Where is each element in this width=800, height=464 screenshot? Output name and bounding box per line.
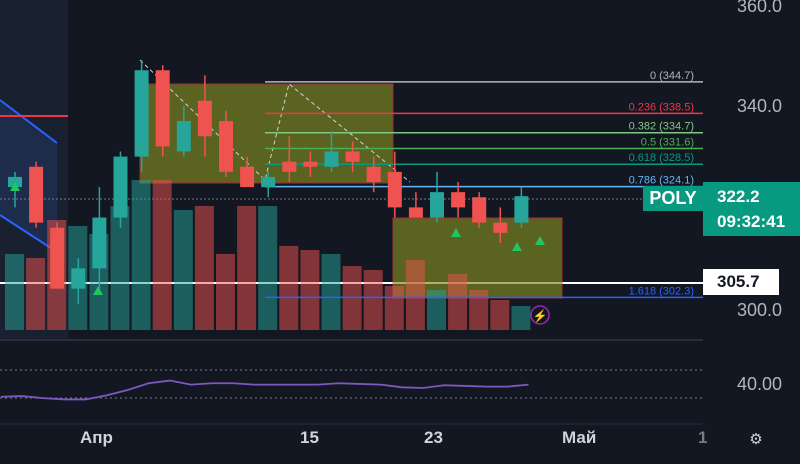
- volume-bar: [490, 300, 510, 330]
- candle-body: [324, 151, 339, 167]
- volume-bar: [152, 180, 172, 330]
- volume-bar: [258, 206, 278, 330]
- fib-level-label: 0.618 (328.5): [629, 152, 694, 164]
- oscillator-pane: [0, 369, 703, 401]
- marked-price-tag: 305.7: [703, 269, 779, 295]
- candle-body: [430, 192, 444, 218]
- symbol-tag[interactable]: POLY: [643, 186, 703, 211]
- candle-body: [514, 196, 529, 223]
- candle-body: [282, 161, 297, 172]
- candle-body: [345, 151, 360, 162]
- fib-level-label: 0.236 (338.5): [629, 101, 694, 113]
- candle-body: [387, 171, 402, 208]
- time-label: 1: [698, 428, 708, 447]
- time-label: Май: [562, 428, 597, 447]
- candle-body: [29, 166, 44, 223]
- axis-settings-icon[interactable]: ⚙: [746, 430, 766, 450]
- fib-level-label: 1.618 (302.3): [629, 285, 694, 297]
- candle-body: [303, 161, 318, 167]
- last-price-value: 322.2: [717, 187, 760, 206]
- candle-body: [366, 166, 381, 182]
- chart-canvas[interactable]: 0 (344.7) 0.236 (338.5) 0.382 (334.7) 0.5 (…: [0, 0, 800, 464]
- volume-bar: [427, 290, 446, 330]
- bar-countdown: 09:32:41: [717, 212, 786, 231]
- candle-body: [92, 217, 107, 269]
- volume-bar: [448, 274, 468, 330]
- svg-text:⚡: ⚡: [533, 309, 548, 323]
- fib-level-label: 0.786 (324.1): [629, 175, 694, 187]
- candle-body: [493, 222, 508, 233]
- candle-body: [197, 100, 212, 137]
- candle-body: [71, 268, 86, 289]
- time-label: 15: [300, 428, 319, 447]
- volume-bar: [300, 250, 320, 330]
- oscillator-tick-label: 40.00: [736, 374, 782, 394]
- volume-bar: [173, 210, 193, 330]
- candle-body: [261, 176, 276, 188]
- candle-body: [472, 197, 487, 223]
- volume-bar: [5, 254, 24, 330]
- oscillator-line: [0, 379, 529, 401]
- candle-body: [50, 227, 65, 289]
- candle-body: [113, 156, 128, 218]
- volume-bar: [26, 258, 46, 330]
- volume-bar: [511, 306, 531, 330]
- volume-bar: [384, 286, 404, 330]
- candle-body: [240, 166, 255, 188]
- fib-level-label: 0 (344.7): [650, 70, 694, 82]
- price-tick-label: 300.0: [736, 300, 782, 320]
- volume-bar: [237, 206, 257, 330]
- price-tick-label: 360.0: [736, 0, 782, 16]
- candle-body: [134, 70, 149, 157]
- candle-body: [176, 121, 191, 152]
- volume-bar: [363, 270, 383, 330]
- volume-bar: [216, 254, 235, 330]
- volume-bar: [131, 180, 151, 330]
- volume-bar: [469, 290, 489, 330]
- candle-body: [155, 70, 170, 147]
- fib-level-label: 0.382 (334.7): [629, 121, 694, 133]
- fib-level-label: 0.5 (331.6): [641, 136, 694, 148]
- volume-bar: [321, 254, 341, 330]
- volume-bar: [405, 260, 425, 330]
- candle-body: [408, 207, 423, 218]
- time-label: 23: [424, 428, 443, 447]
- volume-bar: [194, 206, 214, 330]
- candle-body: [219, 121, 233, 172]
- time-label: Апр: [80, 428, 113, 447]
- price-tick-label: 340.0: [736, 96, 782, 116]
- volume-bar: [279, 246, 299, 330]
- last-price-tag: 322.2 09:32:41: [703, 182, 800, 236]
- candle-body: [451, 192, 466, 208]
